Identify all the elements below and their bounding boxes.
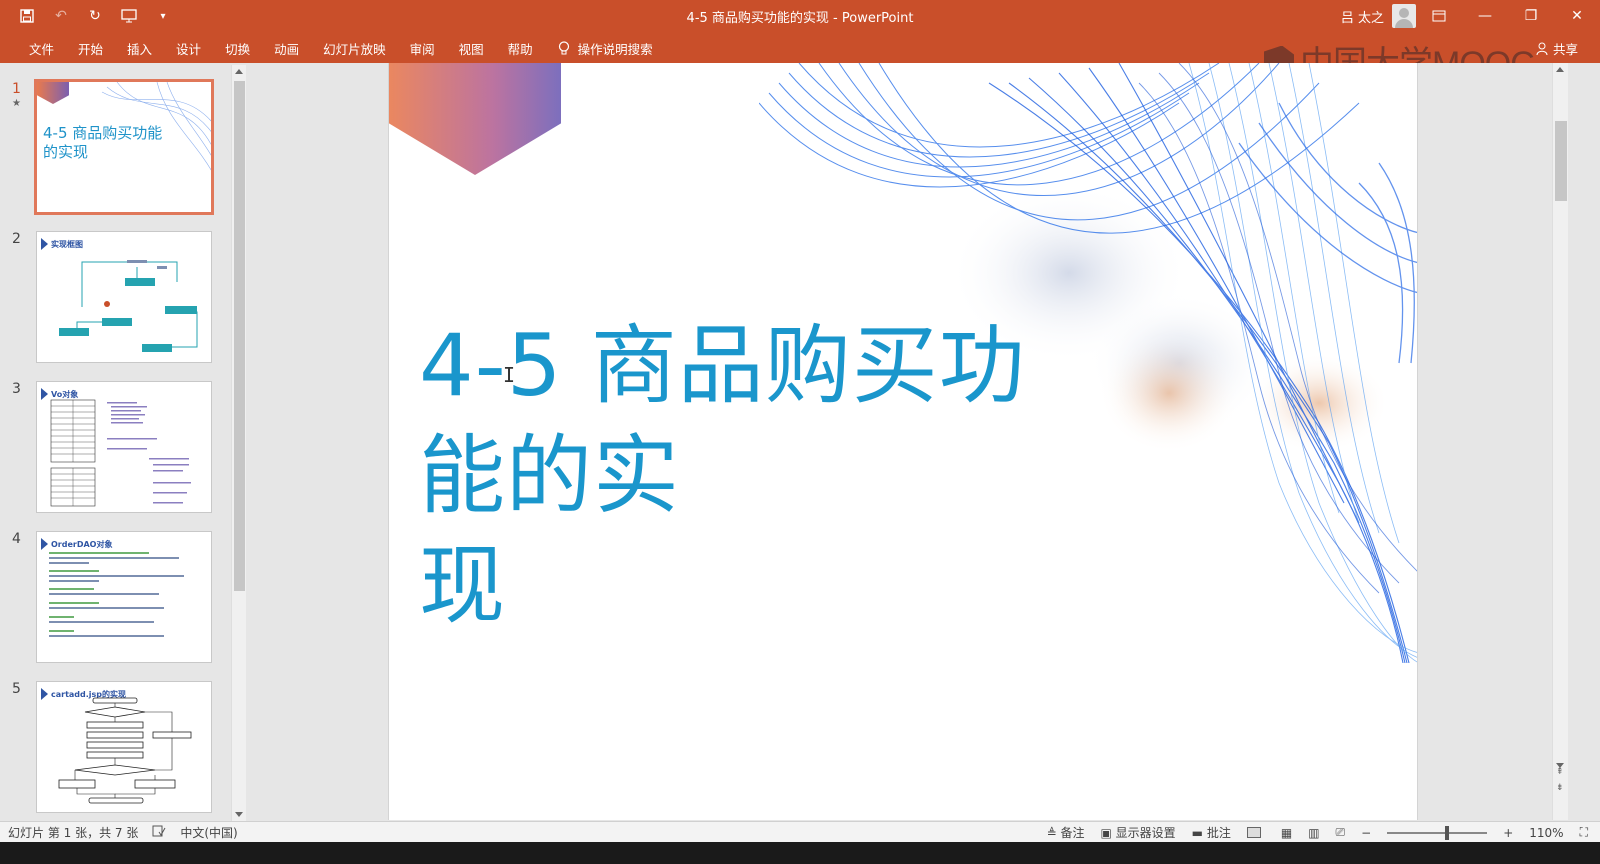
thumbnail-number: 1 — [12, 81, 21, 97]
thumbnail-number: 3 — [12, 381, 21, 397]
ribbon-tabs: 文件 开始 插入 设计 切换 动画 幻灯片放映 审阅 视图 帮助 操作说明搜索 — [16, 39, 664, 58]
scrollbar-thumb[interactable] — [1555, 121, 1567, 201]
slide-title-line-1: 4-5 商品购买功能的实 — [419, 316, 1026, 526]
slide-sorter-icon[interactable]: ▦ — [1281, 826, 1292, 840]
i-beam-cursor-icon: I — [503, 363, 516, 387]
zoom-level[interactable]: 110% — [1529, 826, 1563, 840]
tab-animations[interactable]: 动画 — [261, 39, 310, 58]
tab-insert[interactable]: 插入 — [114, 39, 163, 58]
scroll-up-icon[interactable] — [235, 69, 243, 74]
minimize-icon[interactable]: — — [1462, 0, 1508, 32]
tab-file[interactable]: 文件 — [16, 39, 65, 58]
thumbnail-title: 4-5 商品购买功能的实现 — [43, 124, 163, 161]
person-icon — [1536, 42, 1548, 55]
status-bar: 幻灯片 第 1 张，共 7 张 中文(中国) ≜ 备注 ▣ 显示器设置 ▬ 批注… — [0, 821, 1600, 842]
thumbnail-slide-4[interactable]: OrderDAO对象 — [36, 531, 212, 663]
thumbnail-slide-5[interactable]: cartadd.jsp的实现 — [36, 681, 212, 813]
scroll-up-icon[interactable] — [1556, 67, 1564, 72]
thumbnail-slide-2[interactable]: 实现框图 — [36, 231, 212, 363]
account-area[interactable]: 吕 太之 — [1341, 4, 1416, 28]
display-settings-button[interactable]: ▣ 显示器设置 — [1100, 824, 1175, 841]
title-bar: ↶ ↻ ▾ 4-5 商品购买功能的实现 - PowerPoint 吕 太之 — … — [0, 0, 1600, 32]
avatar[interactable] — [1392, 4, 1416, 28]
restore-icon[interactable]: ❐ — [1508, 0, 1554, 32]
slide-title-placeholder[interactable]: 4-5 商品购买功能的实 现 — [419, 311, 1099, 641]
window-controls: — ❐ ✕ — [1416, 0, 1600, 32]
next-slide-icon[interactable]: ⇟ — [1556, 783, 1564, 793]
thumbnail-number: 2 — [12, 231, 21, 247]
close-icon[interactable]: ✕ — [1554, 0, 1600, 32]
language-indicator[interactable]: 中文(中国) — [180, 824, 237, 841]
thumbnail-slide-1[interactable]: 4-5 商品购买功能的实现 — [34, 79, 214, 215]
notes-button[interactable]: ≜ 备注 — [1047, 824, 1085, 841]
slide-canvas[interactable]: 4-5 商品购买功能的实 现 I — [388, 63, 1418, 820]
reading-view-icon[interactable]: ▥ — [1308, 826, 1319, 840]
share-label: 共享 — [1552, 42, 1578, 57]
thumbnail-heading: OrderDAO对象 — [41, 538, 112, 550]
lightbulb-icon — [558, 41, 569, 55]
animation-star-icon: ★ — [12, 98, 21, 109]
tab-home[interactable]: 开始 — [65, 39, 114, 58]
tab-view[interactable]: 视图 — [446, 39, 495, 58]
taskbar-strip — [0, 842, 1600, 864]
thumbnail-number: 4 — [12, 531, 21, 547]
tab-help[interactable]: 帮助 — [495, 39, 544, 58]
user-name: 吕 太之 — [1340, 10, 1384, 26]
previous-slide-icon[interactable]: ⇞ — [1556, 767, 1564, 777]
thumbnail-heading: 实现框图 — [41, 238, 83, 250]
hexagon-decoration — [389, 63, 561, 175]
comments-button[interactable]: ▬ 批注 — [1192, 824, 1231, 841]
zoom-slider-knob[interactable] — [1445, 825, 1450, 840]
slide-counter: 幻灯片 第 1 张，共 7 张 — [8, 826, 139, 840]
thumbnail-slide-3[interactable]: Vo对象 — [36, 381, 212, 513]
zoom-in-icon[interactable]: + — [1503, 826, 1513, 840]
zoom-slider[interactable] — [1387, 825, 1488, 840]
tell-me-label: 操作说明搜索 — [577, 42, 653, 57]
tab-design[interactable]: 设计 — [163, 39, 212, 58]
scrollbar-thumb[interactable] — [234, 81, 245, 591]
thumbnail-scrollbar[interactable] — [231, 65, 246, 821]
tab-transitions[interactable]: 切换 — [212, 39, 261, 58]
slide-thumbnail-pane: 1 ★ 4-5 商品购买功能的实现 2 实现框图 3 Vo对象 4 OrderD… — [0, 63, 254, 841]
tab-slideshow[interactable]: 幻灯片放映 — [310, 39, 397, 58]
slide-editor: 4-5 商品购买功能的实 现 I — [254, 63, 1550, 820]
tell-me-search[interactable]: 操作说明搜索 — [544, 39, 664, 58]
fit-to-window-icon[interactable]: ⛶ — [1580, 825, 1588, 840]
slideshow-view-icon[interactable]: ⎚ — [1336, 825, 1346, 840]
thumbnail-number: 5 — [12, 681, 21, 697]
normal-view-icon[interactable] — [1246, 827, 1261, 838]
monitor-icon: ▣ — [1100, 826, 1112, 840]
comment-icon: ▬ — [1191, 826, 1204, 840]
zoom-out-icon[interactable]: − — [1361, 826, 1371, 840]
scroll-down-icon[interactable] — [235, 812, 243, 817]
ribbon-display-options-icon[interactable] — [1416, 0, 1462, 32]
spellcheck-icon[interactable] — [152, 825, 166, 840]
notes-icon: ≜ — [1046, 826, 1057, 840]
share-button[interactable]: 共享 — [1536, 39, 1578, 58]
slide-title-line-2: 现 — [419, 536, 506, 636]
tab-review[interactable]: 审阅 — [397, 39, 446, 58]
slide-scrollbar[interactable]: ⇞ ⇟ — [1552, 63, 1568, 820]
